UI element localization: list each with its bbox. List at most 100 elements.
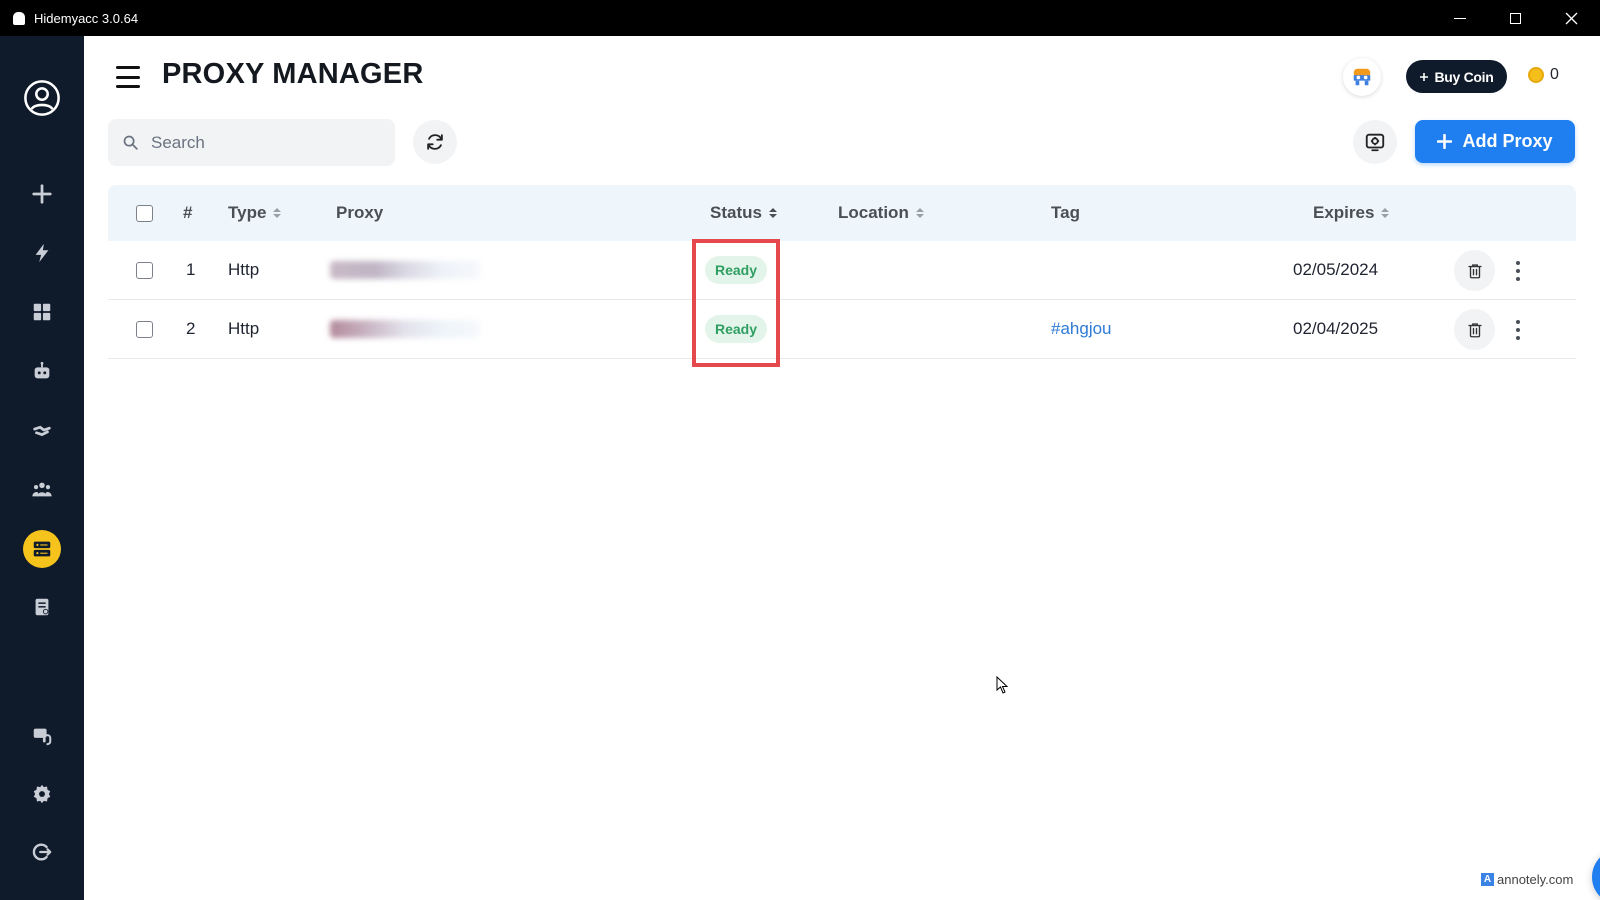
select-all-checkbox[interactable] xyxy=(136,204,153,222)
search-box[interactable] xyxy=(108,119,395,166)
row-checkbox[interactable] xyxy=(136,320,153,338)
col-index-header: # xyxy=(183,185,192,241)
row-index: 2 xyxy=(186,319,196,338)
team-icon xyxy=(32,482,52,497)
row-proxy-cell xyxy=(330,241,480,299)
col-tag-header: Tag xyxy=(1051,185,1080,241)
sidebar-item-new-profile[interactable] xyxy=(22,174,62,214)
col-type-label: Type xyxy=(228,203,267,222)
sidebar-item-billing[interactable] xyxy=(22,587,62,627)
col-tag-label: Tag xyxy=(1051,203,1080,222)
proxy-settings-button[interactable] xyxy=(1353,120,1397,164)
proxy-server-icon xyxy=(33,541,51,557)
more-options-button[interactable] xyxy=(1508,250,1528,291)
delete-button[interactable] xyxy=(1454,309,1495,350)
sort-icon xyxy=(915,208,924,218)
lightning-icon xyxy=(35,243,49,263)
row-expires: 02/04/2025 xyxy=(1293,319,1379,338)
sidebar-item-proxy-manager[interactable] xyxy=(23,530,61,568)
refresh-button[interactable] xyxy=(413,120,457,164)
kebab-dot-icon xyxy=(1516,260,1520,265)
document-icon xyxy=(35,598,49,616)
plus-icon xyxy=(1420,72,1429,81)
menu-bar-icon xyxy=(116,66,140,69)
sidebar-item-automation[interactable] xyxy=(22,351,62,391)
sidebar xyxy=(0,36,84,900)
sidebar-item-settings[interactable] xyxy=(22,774,62,814)
hamburger-menu-button[interactable] xyxy=(116,66,140,88)
row-proxy-cell xyxy=(330,300,480,358)
mouse-cursor-icon xyxy=(996,676,1008,694)
sort-icon xyxy=(1381,208,1390,218)
col-type-header[interactable]: Type xyxy=(228,185,282,241)
sidebar-item-logout[interactable] xyxy=(22,832,62,872)
sort-icon xyxy=(768,208,777,218)
col-index-label: # xyxy=(183,203,193,222)
col-expires-label: Expires xyxy=(1313,203,1375,222)
row-type: Http xyxy=(228,319,260,338)
col-expires-header[interactable]: Expires xyxy=(1313,185,1390,241)
user-circle-icon xyxy=(24,80,60,116)
more-options-button[interactable] xyxy=(1508,309,1528,350)
maximize-icon xyxy=(1509,12,1521,24)
minimize-button[interactable] xyxy=(1432,0,1488,36)
add-proxy-button[interactable]: Add Proxy xyxy=(1415,120,1575,163)
redacted-proxy-address xyxy=(330,320,480,338)
logout-icon xyxy=(32,843,52,861)
sidebar-item-profiles[interactable] xyxy=(22,292,62,332)
row-checkbox[interactable] xyxy=(136,261,153,279)
row-index: 1 xyxy=(186,260,196,279)
row-select-cell xyxy=(136,300,153,358)
grid-icon xyxy=(33,303,51,321)
maximize-button[interactable] xyxy=(1487,0,1543,36)
watermark: A annotely.com xyxy=(1481,872,1574,887)
proxy-table: # Type Proxy Status Location Tag Expires xyxy=(108,185,1576,359)
buy-coin-button[interactable]: Buy Coin xyxy=(1406,60,1507,93)
menu-bar-icon xyxy=(116,85,140,88)
row-expires: 02/05/2024 xyxy=(1293,260,1379,279)
row-tag[interactable]: #ahgjou xyxy=(1051,300,1112,358)
col-location-header[interactable]: Location xyxy=(838,185,924,241)
sidebar-item-account[interactable] xyxy=(22,78,62,118)
user-avatar-button[interactable] xyxy=(1343,58,1381,96)
table-header: # Type Proxy Status Location Tag Expires xyxy=(108,185,1576,241)
support-icon xyxy=(33,728,52,746)
plus-icon xyxy=(1437,134,1453,149)
sidebar-item-quick[interactable] xyxy=(22,233,62,273)
page-title: PROXY MANAGER xyxy=(162,58,424,90)
screen-settings-icon xyxy=(1365,133,1385,152)
window-title: Hidemyacc 3.0.64 xyxy=(34,10,139,26)
annotation-highlight-box xyxy=(692,239,780,367)
coin-icon xyxy=(1528,67,1544,83)
sidebar-item-team[interactable] xyxy=(22,469,62,509)
kebab-dot-icon xyxy=(1516,319,1520,324)
watermark-text: annotely.com xyxy=(1497,872,1574,887)
kebab-dot-icon xyxy=(1516,327,1520,332)
kebab-dot-icon xyxy=(1516,268,1520,273)
table-row[interactable]: 2 Http Ready #ahgjou 02/04/2025 xyxy=(108,300,1576,359)
redacted-proxy-address xyxy=(330,261,480,279)
window-title-bar: Hidemyacc 3.0.64 xyxy=(0,0,1600,36)
delete-button[interactable] xyxy=(1454,250,1495,291)
search-icon xyxy=(123,135,138,150)
sidebar-item-support[interactable] xyxy=(22,716,62,756)
menu-bar-icon xyxy=(116,75,140,79)
close-button[interactable] xyxy=(1543,0,1599,36)
search-input[interactable] xyxy=(151,132,371,153)
avatar-icon xyxy=(1353,68,1371,86)
kebab-dot-icon xyxy=(1516,335,1520,340)
col-status-header[interactable]: Status xyxy=(710,185,777,241)
plus-icon xyxy=(32,184,52,204)
chat-support-button[interactable] xyxy=(1592,849,1600,900)
trash-icon xyxy=(1467,322,1482,337)
sidebar-item-sync[interactable] xyxy=(22,410,62,450)
minimize-icon xyxy=(1454,17,1466,19)
coin-balance: 0 xyxy=(1528,66,1559,84)
gear-icon xyxy=(33,784,51,804)
robot-icon xyxy=(34,361,50,379)
table-row[interactable]: 1 Http Ready 02/05/2024 xyxy=(108,241,1576,300)
col-status-label: Status xyxy=(710,203,762,222)
coin-balance-value: 0 xyxy=(1550,66,1559,83)
trash-icon xyxy=(1467,263,1482,278)
kebab-dot-icon xyxy=(1516,276,1520,281)
